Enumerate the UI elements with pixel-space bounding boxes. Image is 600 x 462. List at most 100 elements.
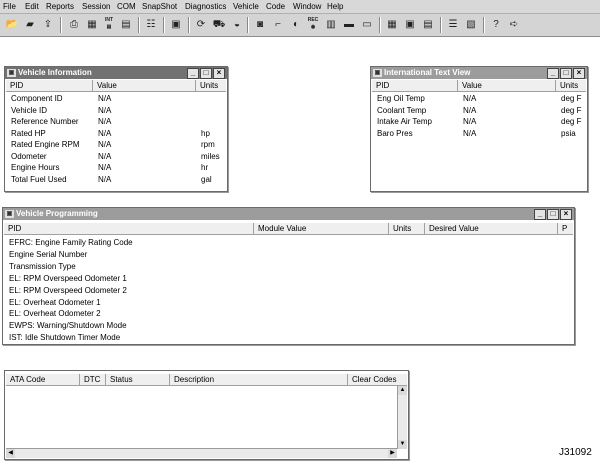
menu-session[interactable]: Session	[82, 1, 110, 12]
column-header-units[interactable]: Units	[196, 80, 226, 91]
column-header-status[interactable]: Status	[106, 374, 170, 385]
column-header-description[interactable]: Description	[170, 374, 348, 385]
menu-help[interactable]: Help	[327, 1, 343, 12]
column-header-desired-value[interactable]: Desired Value	[425, 223, 558, 234]
vehicle-programming-titlebar[interactable]: ▣ Vehicle Programming _ □ ×	[3, 208, 574, 220]
table-row[interactable]: Rated HP N/A hp	[6, 128, 226, 140]
table-row[interactable]: Baro Pres N/A psia	[372, 128, 586, 140]
table-row[interactable]: Component ID N/A	[6, 93, 226, 105]
cell-pid: EWPS: Warning/Shutdown Mode	[9, 321, 127, 331]
camera-icon[interactable]: ◙	[252, 17, 268, 32]
vehicle-icon[interactable]: ⛟	[211, 17, 227, 32]
table-row[interactable]: Reference Number N/A	[6, 116, 226, 128]
table-row[interactable]: EL: Overheat Odometer 1	[4, 297, 573, 309]
chart-icon[interactable]: ▦	[84, 17, 100, 32]
international-text-view-titlebar[interactable]: ▣ International Text View _ □ ×	[371, 67, 587, 79]
maximize-button[interactable]: □	[560, 68, 572, 79]
table-row[interactable]: Engine Serial Number	[4, 249, 573, 261]
menu-vehicle[interactable]: Vehicle	[233, 1, 259, 12]
column-header-clear-codes[interactable]: Clear Codes	[348, 374, 407, 385]
table-row[interactable]: Intake Air Temp N/A deg F	[372, 116, 586, 128]
menu-code[interactable]: Code	[266, 1, 285, 12]
minimize-button[interactable]: _	[187, 68, 199, 79]
table-row[interactable]: IST: Idle Shutdown Timer Mode	[4, 332, 573, 344]
vertical-scrollbar[interactable]: ▲ ▼	[397, 386, 407, 449]
horizontal-scrollbar[interactable]: ◀ ▶	[6, 448, 397, 458]
maximize-button[interactable]: □	[200, 68, 212, 79]
list-icon[interactable]: ☰	[445, 17, 461, 32]
table-row[interactable]: Rated Engine RPM N/A rpm	[6, 139, 226, 151]
menu-diagnostics[interactable]: Diagnostics	[185, 1, 226, 12]
help-icon[interactable]: ?	[488, 17, 504, 32]
menu-com[interactable]: COM	[117, 1, 136, 12]
cell-value: N/A	[98, 151, 112, 161]
table-row[interactable]: Total Fuel Used N/A gal	[6, 174, 226, 186]
maximize-button[interactable]: □	[547, 209, 559, 220]
save-icon[interactable]: ▰	[22, 17, 38, 32]
monitor-icon[interactable]: ▣	[402, 17, 418, 32]
scroll-down-arrow-icon[interactable]: ▼	[398, 440, 407, 449]
close-button[interactable]: ×	[560, 209, 572, 220]
column-header-pid[interactable]: PID	[372, 80, 458, 91]
column-header-units[interactable]: Units	[556, 80, 586, 91]
cell-pid: EL: RPM Overspeed Odometer 2	[9, 285, 127, 295]
table-row[interactable]: Engine Hours N/A hr	[6, 162, 226, 174]
rec-label: REC	[307, 17, 319, 23]
gun-icon[interactable]: ⌐	[270, 17, 286, 32]
column-header-units[interactable]: Units	[389, 223, 425, 234]
data-list-icon[interactable]: ▤	[118, 17, 134, 32]
table-row[interactable]: Vehicle ID N/A	[6, 105, 226, 117]
menu-bar: File Edit Reports Session COM SnapShot D…	[0, 0, 600, 14]
scroll-right-arrow-icon[interactable]: ▶	[388, 449, 397, 458]
open-folder-icon[interactable]: 📂	[4, 17, 20, 32]
table-row[interactable]: Coolant Temp N/A deg F	[372, 105, 586, 117]
column-header-pid[interactable]: PID	[6, 80, 93, 91]
toolbar-separator	[163, 17, 165, 33]
scroll-up-arrow-icon[interactable]: ▲	[398, 386, 407, 395]
close-button[interactable]: ×	[213, 68, 225, 79]
table-row[interactable]: Transmission Type	[4, 261, 573, 273]
cell-pid: Engine Hours	[11, 163, 60, 172]
disc-icon[interactable]: ◐	[288, 17, 304, 32]
display-icon[interactable]: ▭	[359, 17, 375, 32]
table-row[interactable]: EL: Overheat Odometer 2	[4, 308, 573, 320]
toolbar-separator	[440, 17, 442, 33]
column-header-value[interactable]: Value	[93, 80, 196, 91]
column-header-pid[interactable]: PID	[4, 223, 254, 234]
trace-icon[interactable]: ▬	[341, 17, 357, 32]
column-header-p[interactable]: P	[558, 223, 573, 234]
context-help-icon[interactable]: ➪	[506, 17, 522, 32]
minimize-button[interactable]: _	[534, 209, 546, 220]
menu-window[interactable]: Window	[293, 1, 321, 12]
int-icon[interactable]: INT ▤	[101, 17, 117, 32]
gauge-icon[interactable]: ◒	[229, 17, 245, 32]
column-header-module-value[interactable]: Module Value	[254, 223, 389, 234]
scroll-left-arrow-icon[interactable]: ◀	[6, 449, 15, 458]
connect-icon[interactable]: ⟳	[193, 17, 209, 32]
scan-icon[interactable]: ▧	[463, 17, 479, 32]
rec-icon[interactable]: REC ◉	[305, 17, 321, 32]
table-row[interactable]: EL: RPM Overspeed Odometer 1	[4, 273, 573, 285]
print-icon[interactable]: ⎙	[66, 17, 82, 32]
table-row[interactable]: EFRC: Engine Family Rating Code	[4, 237, 573, 249]
table-row[interactable]: EWPS: Warning/Shutdown Mode	[4, 320, 573, 332]
close-button[interactable]: ×	[573, 68, 585, 79]
menu-snapshot[interactable]: SnapShot	[142, 1, 177, 12]
minimize-button[interactable]: _	[547, 68, 559, 79]
export-icon[interactable]: ⇪	[40, 17, 56, 32]
menu-file[interactable]: File	[3, 1, 16, 12]
test-icon[interactable]: ▤	[420, 17, 436, 32]
city-icon[interactable]: ▥	[323, 17, 339, 32]
menu-edit[interactable]: Edit	[25, 1, 39, 12]
column-header-dtc[interactable]: DTC	[80, 374, 106, 385]
table-row[interactable]: Eng Oil Temp N/A deg F	[372, 93, 586, 105]
layout-icon[interactable]: ▣	[168, 17, 184, 32]
grid-icon[interactable]: ☷	[143, 17, 159, 32]
menu-reports[interactable]: Reports	[46, 1, 74, 12]
panel-icon[interactable]: ▦	[384, 17, 400, 32]
column-header-ata-code[interactable]: ATA Code	[6, 374, 80, 385]
table-row[interactable]: EL: RPM Overspeed Odometer 2	[4, 285, 573, 297]
vehicle-information-titlebar[interactable]: ▣ Vehicle Information _ □ ×	[5, 67, 227, 79]
column-header-value[interactable]: Value	[458, 80, 556, 91]
table-row[interactable]: Odometer N/A miles	[6, 151, 226, 163]
